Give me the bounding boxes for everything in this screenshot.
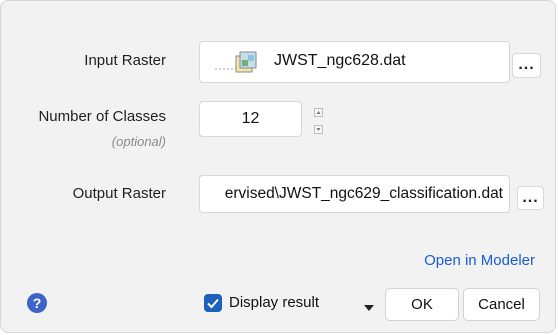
input-raster-field[interactable]: JWST_ngc628.dat	[199, 41, 510, 83]
output-raster-value: ervised\JWST_ngc629_classification.dat	[224, 185, 503, 202]
output-raster-browse-button[interactable]: ...	[517, 186, 544, 210]
tool-dialog: Input Raster JWST_ngc628.dat ... Number …	[0, 0, 556, 333]
number-of-classes-input[interactable]: 12	[199, 101, 302, 137]
input-raster-value: JWST_ngc628.dat	[274, 52, 406, 69]
caret-down-icon[interactable]	[363, 299, 375, 311]
ok-button[interactable]: OK	[385, 288, 459, 321]
number-of-classes-value: 12	[241, 110, 260, 127]
number-of-classes-label: Number of Classes	[38, 108, 166, 125]
output-raster-field[interactable]: ervised\JWST_ngc629_classification.dat	[199, 175, 510, 213]
spin-up-icon[interactable]	[314, 108, 323, 117]
display-result-checkbox[interactable]	[204, 294, 222, 312]
input-raster-label: Input Raster	[84, 52, 166, 69]
raster-file-icon	[214, 50, 258, 76]
cancel-button[interactable]: Cancel	[463, 288, 540, 321]
input-raster-browse-button[interactable]: ...	[512, 53, 541, 78]
output-raster-label: Output Raster	[72, 185, 166, 202]
optional-hint: (optional)	[111, 134, 166, 149]
open-in-modeler-link[interactable]: Open in Modeler	[424, 252, 535, 269]
help-icon[interactable]: ?	[27, 293, 47, 313]
checkmark-icon	[207, 298, 219, 309]
display-result-label[interactable]: Display result	[229, 294, 319, 311]
spin-down-icon[interactable]	[314, 125, 323, 134]
